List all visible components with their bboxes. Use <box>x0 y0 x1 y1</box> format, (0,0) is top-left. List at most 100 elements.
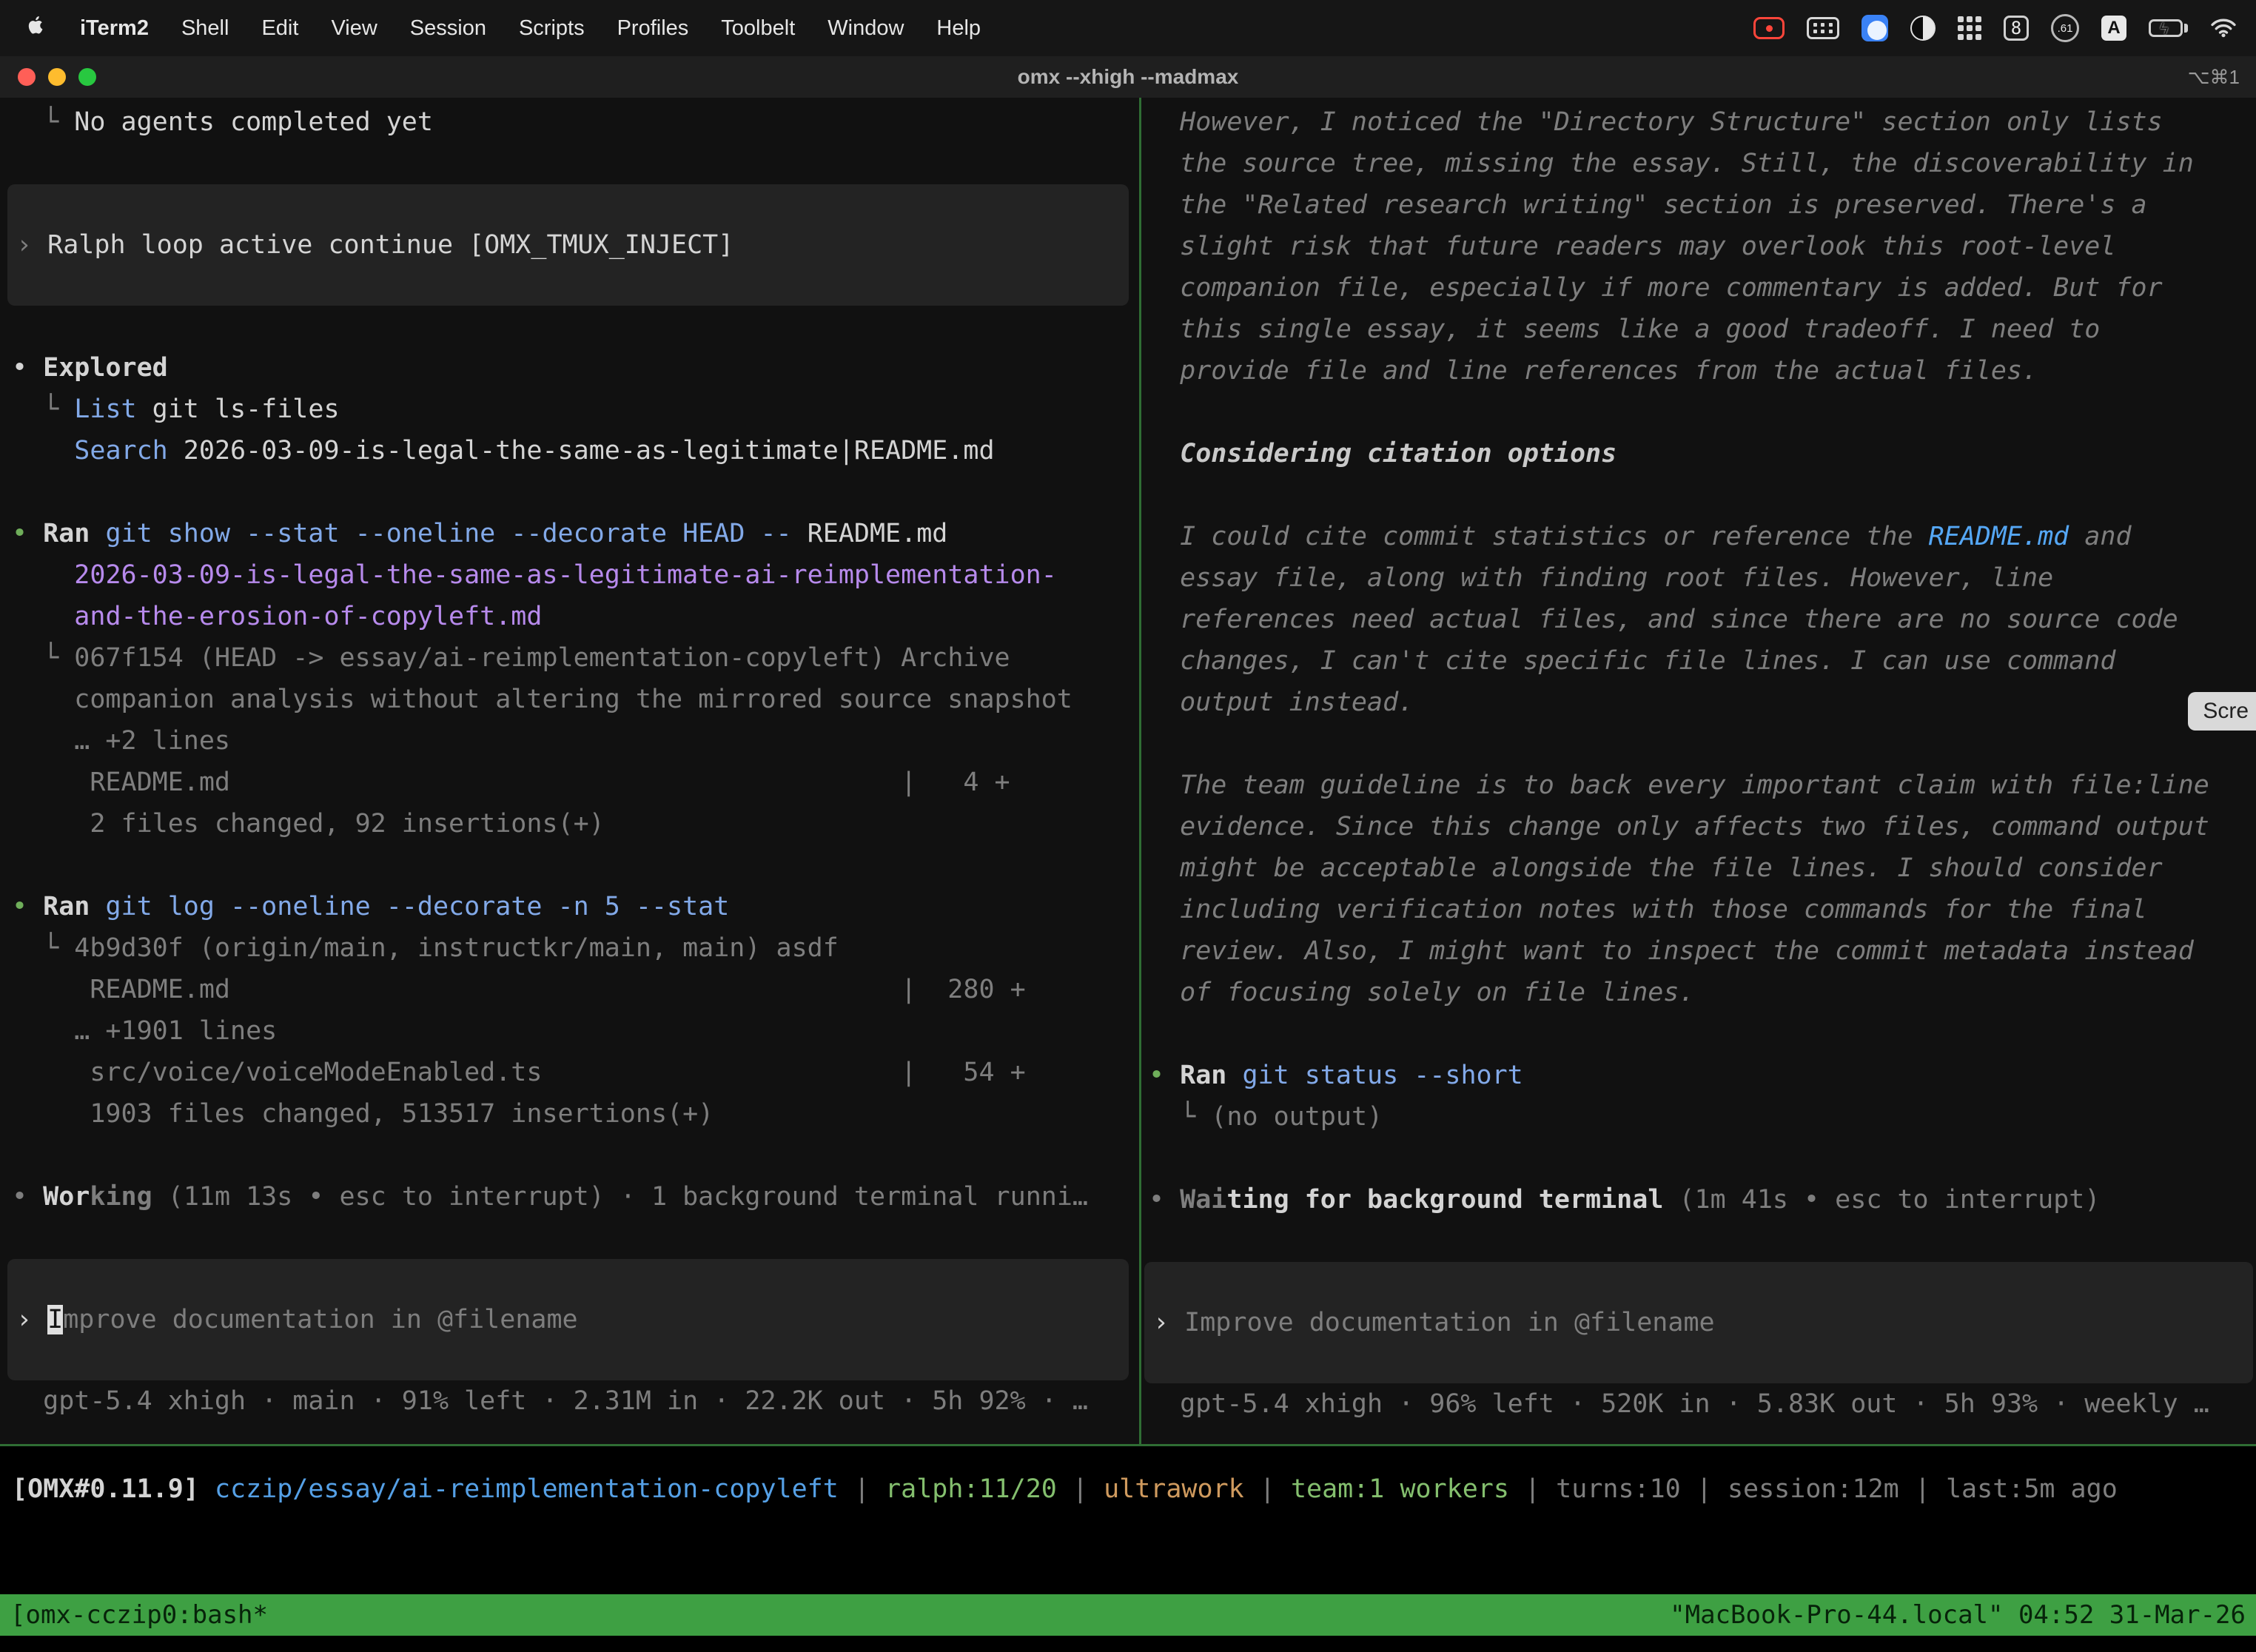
terminal-line: Considering citation options <box>1149 433 2256 474</box>
text-segment: session:12m <box>1728 1474 1899 1504</box>
text-segment: • <box>12 519 43 548</box>
text-segment: essay file, along with finding root file… <box>1149 563 2053 593</box>
terminal-line: • Waiting for background terminal (1m 41… <box>1149 1179 2256 1220</box>
text-segment: the source tree, missing the essay. Stil… <box>1149 149 2194 178</box>
terminal-line: and-the-erosion-of-copyleft.md <box>12 596 1139 637</box>
apple-icon <box>27 14 46 42</box>
menu-status-icons: 8 .61 A ϟ <box>1753 14 2237 42</box>
terminal-line: src/voice/voiceModeEnabled.ts | 54 + <box>12 1052 1139 1093</box>
screen-overlay-button[interactable]: Scre <box>2188 692 2256 731</box>
desktop: { "colors":{ "accent_blue":"#82a9e8","pa… <box>0 0 2256 1652</box>
blank-line <box>12 306 1139 347</box>
terminal-line: … +2 lines <box>12 720 1139 762</box>
text-segment <box>12 602 74 631</box>
apps-grid-icon[interactable] <box>1958 16 1981 40</box>
text-segment: | <box>1509 1474 1556 1504</box>
right-pane[interactable]: However, I noticed the "Directory Struct… <box>1141 98 2256 1444</box>
text-segment: | <box>1244 1474 1291 1504</box>
close-button[interactable] <box>18 68 36 86</box>
terminal-line: └ List git ls-files <box>12 389 1139 430</box>
menu-item-toolbelt[interactable]: Toolbelt <box>705 16 811 41</box>
box-line: › Improve documentation in @filename <box>16 1299 1120 1340</box>
text-segment: 2026-03-09-is-legal-the-same-as-legitima… <box>74 560 1057 590</box>
terminal-line: └ 4b9d30f (origin/main, instructkr/main,… <box>12 927 1139 969</box>
text-segment: 1903 files changed, 513517 insertions(+) <box>12 1099 714 1129</box>
text-segment: (no output) <box>1211 1102 1383 1132</box>
terminal-line: … +1901 lines <box>12 1010 1139 1052</box>
blue-app-icon[interactable] <box>1861 15 1888 41</box>
text-segment: ultrawork <box>1104 1474 1244 1504</box>
terminal-line: companion analysis without altering the … <box>12 679 1139 720</box>
text-segment: | <box>1899 1474 1946 1504</box>
prompt-input[interactable]: › Improve documentation in @filename <box>1144 1262 2253 1383</box>
menu-item-scripts[interactable]: Scripts <box>503 16 601 41</box>
left-pane[interactable]: └ No agents completed yet › Ralph loop a… <box>0 98 1139 1444</box>
text-segment: › <box>16 1305 47 1334</box>
terminal-line: └ (no output) <box>1149 1096 2256 1138</box>
text-segment <box>199 1474 215 1504</box>
battery-icon[interactable]: ϟ <box>2149 19 2188 37</box>
blank-line <box>12 845 1139 886</box>
tmux-host-clock: "MacBook-Pro-44.local" 04:52 31-Mar-26 <box>1670 1600 2246 1630</box>
text-segment: └ <box>12 643 74 673</box>
blank-line <box>1149 1220 2256 1262</box>
terminal-line: review. Also, I might want to inspect th… <box>1149 930 2256 972</box>
text-segment: › <box>1153 1308 1184 1337</box>
terminal-line: 2 files changed, 92 insertions(+) <box>12 803 1139 845</box>
menu-item-edit[interactable]: Edit <box>245 16 315 41</box>
menu-item-profiles[interactable]: Profiles <box>601 16 705 41</box>
menu-item-session[interactable]: Session <box>394 16 503 41</box>
text-segment: 4b9d30f (origin/main, instructkr/main, m… <box>74 933 839 963</box>
terminal-line: • Ran git status --short <box>1149 1055 2256 1096</box>
screen-recording-indicator-icon[interactable] <box>1753 17 1785 39</box>
tmux-status-bar: [omx-cczip0:bash* "MacBook-Pro-44.local"… <box>0 1594 2256 1636</box>
terminal-line: However, I noticed the "Directory Struct… <box>1149 101 2256 143</box>
text-segment: └ <box>12 107 74 137</box>
text-segment: └ <box>1149 1102 1211 1132</box>
minimize-button[interactable] <box>48 68 66 86</box>
menu-item-help[interactable]: Help <box>920 16 997 41</box>
text-segment: Ralph loop active continue [OMX_TMUX_INJ… <box>47 230 733 260</box>
battery-gauge-icon[interactable]: .61 <box>2051 14 2079 42</box>
traffic-lights <box>0 68 96 86</box>
keyboard-icon[interactable] <box>1807 17 1839 39</box>
text-segment: No agents completed yet <box>74 107 433 137</box>
text-segment: turns:10 <box>1556 1474 1681 1504</box>
text-segment: git status --short <box>1242 1061 1523 1090</box>
text-segment: | <box>1681 1474 1728 1504</box>
menu-item-view[interactable]: View <box>315 16 393 41</box>
menu-item-iterm2[interactable]: iTerm2 <box>64 16 165 41</box>
text-segment: List <box>74 394 136 424</box>
blank-line <box>12 1135 1139 1176</box>
terminal-line: Search 2026-03-09-is-legal-the-same-as-l… <box>12 430 1139 471</box>
terminal-line: • Ran git show --stat --oneline --decora… <box>12 513 1139 554</box>
prompt-input[interactable]: › Improve documentation in @filename <box>7 1259 1129 1380</box>
text-segment: README.md <box>792 519 948 548</box>
horizontal-pane-divider <box>0 1444 2256 1446</box>
text-segment: • <box>12 1182 43 1212</box>
menu-item-window[interactable]: Window <box>811 16 920 41</box>
text-segment: The team guideline is to back every impo… <box>1149 770 2209 800</box>
window-title: omx --xhigh --madmax <box>0 65 2256 89</box>
blank-line <box>1149 474 2256 516</box>
text-segment: mprove documentation in @filename <box>63 1305 577 1334</box>
text-segment: (11m 13s • esc to interrupt) · 1 backgro… <box>152 1182 1088 1212</box>
text-segment: However, I noticed the "Directory Struct… <box>1149 107 2163 137</box>
text-segment: 2 files changed, 92 insertions(+) <box>12 809 605 839</box>
apple-menu[interactable] <box>19 14 64 42</box>
input-source-icon[interactable]: A <box>2101 16 2126 41</box>
tmux-session-label: [omx-cczip0:bash* <box>10 1600 268 1630</box>
terminal-line: output instead. <box>1149 682 2256 723</box>
box-line: › Ralph loop active continue [OMX_TMUX_I… <box>16 224 1120 266</box>
terminal-line: README.md | 280 + <box>12 969 1139 1010</box>
terminal-line: evidence. Since this change only affects… <box>1149 806 2256 847</box>
text-segment: of focusing solely on file lines. <box>1149 978 1695 1007</box>
key-8-icon[interactable]: 8 <box>2004 16 2029 41</box>
screenshot-app-icon[interactable] <box>1910 16 1936 41</box>
menu-item-shell[interactable]: Shell <box>165 16 246 41</box>
zoom-button[interactable] <box>78 68 96 86</box>
text-segment: • <box>12 892 43 921</box>
text-segment <box>90 519 105 548</box>
wifi-icon[interactable] <box>2210 18 2237 38</box>
terminal-line: └ No agents completed yet <box>12 101 1139 143</box>
